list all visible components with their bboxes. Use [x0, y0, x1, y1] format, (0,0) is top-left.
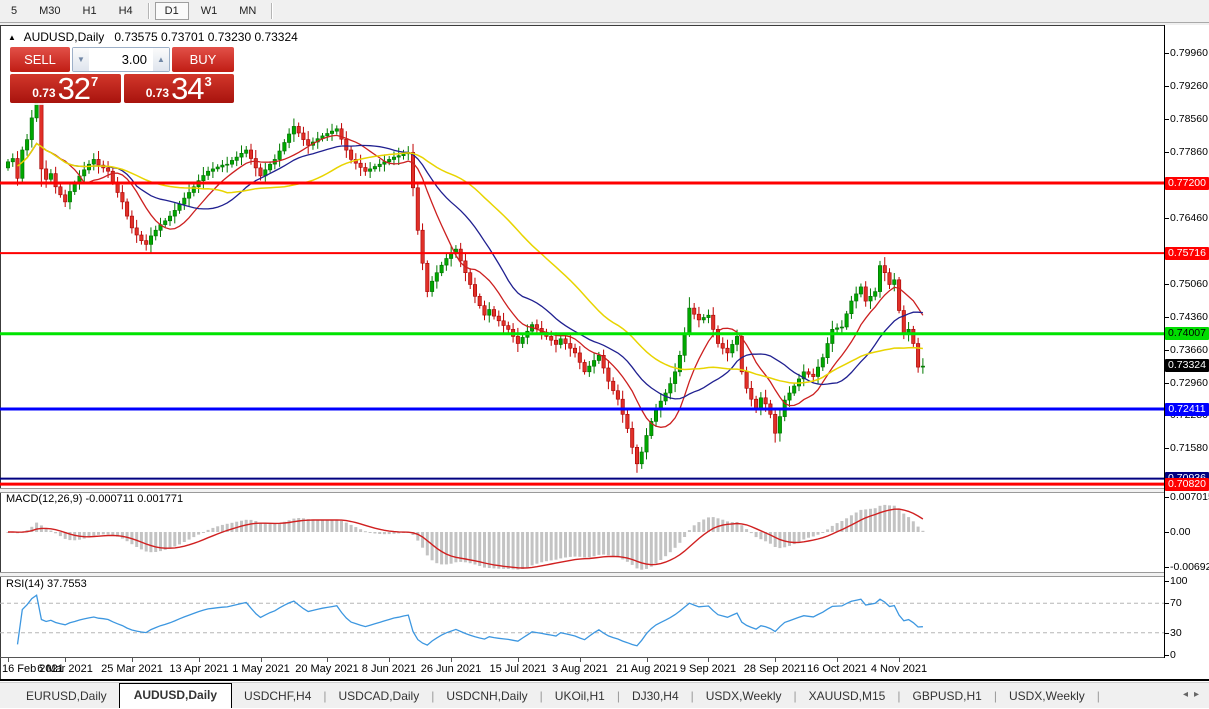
date-tick-174 — [837, 658, 838, 662]
macd-tick--0.006923: -0.006923 — [1170, 561, 1209, 573]
price-tick-0.79960-tickmark — [1165, 53, 1169, 54]
date-tick-93 — [451, 658, 452, 662]
rsi-tick-100: 100 — [1170, 575, 1188, 587]
rsi-tick-70-tickmark — [1165, 603, 1169, 604]
date-label: 3 Aug 2021 — [552, 663, 608, 675]
macd-tick--0.006923-tickmark — [1165, 567, 1169, 568]
date-label: 20 May 2021 — [295, 663, 359, 675]
date-tick-67 — [327, 658, 328, 662]
date-tick-26 — [132, 658, 133, 662]
date-label: 26 Jun 2021 — [420, 663, 482, 675]
price-tick-0.73660-tickmark — [1165, 350, 1169, 351]
date-label: 25 Mar 2021 — [101, 663, 163, 675]
date-tick-120 — [580, 658, 581, 662]
date-tick-53 — [261, 658, 262, 662]
date-tick-80 — [389, 658, 390, 662]
price-badge-0.70820: 0.70820 — [1165, 478, 1209, 491]
rsi-label: RSI(14) 37.7553 — [6, 578, 87, 590]
price-badge-0.74007: 0.74007 — [1165, 327, 1209, 340]
rsi-tick-30-tickmark — [1165, 633, 1169, 634]
price-tick-0.77860-tickmark — [1165, 152, 1169, 153]
chart-plot — [0, 88, 1164, 647]
price-axis[interactable]: 0.79960 0.79260 0.78560 0.77860 0.76460 0.750… — [1165, 25, 1209, 661]
date-label: 1 May 2021 — [232, 663, 290, 675]
sell-button[interactable]: SELL — [10, 47, 70, 72]
sell-price-sup: 7 — [91, 74, 99, 89]
date-tick-107 — [518, 658, 519, 662]
volume-stepper: ▼ 3.00 ▲ — [72, 47, 170, 72]
price-badge-0.77200: 0.77200 — [1165, 177, 1209, 190]
rsi-tick-70: 70 — [1170, 597, 1182, 609]
date-label: 21 Aug 2021 — [616, 663, 678, 675]
slow-ma — [17, 142, 923, 384]
price-tick-0.79960: 0.79960 — [1170, 47, 1208, 59]
volume-decrease-button[interactable]: ▼ — [73, 48, 89, 71]
price-tick-0.72960-tickmark — [1165, 383, 1169, 384]
macd-label: MACD(12,26,9) -0.000711 0.001771 — [6, 493, 184, 505]
buy-price-sup: 3 — [204, 74, 212, 89]
rsi-tick-0-tickmark — [1165, 655, 1169, 656]
price-tick-0.79260-tickmark — [1165, 86, 1169, 87]
date-tick-40 — [199, 658, 200, 662]
price-tick-0.76460: 0.76460 — [1170, 212, 1208, 224]
price-tick-0.74360: 0.74360 — [1170, 311, 1208, 323]
date-tick-0 — [8, 658, 9, 662]
volume-field[interactable]: 3.00 — [89, 48, 153, 71]
price-tick-0.78560-tickmark — [1165, 119, 1169, 120]
date-tick-12 — [65, 658, 66, 662]
one-click-trade-widget: SELL ▼ 3.00 ▲ BUY 0.73 32 7 0.73 34 3 — [8, 45, 236, 105]
date-label: 4 Nov 2021 — [870, 663, 928, 675]
rsi-tick-0: 0 — [1170, 649, 1176, 661]
sell-price-big: 32 — [57, 71, 91, 106]
symbol-header: ▲ AUDUSD,Daily 0.73575 0.73701 0.73230 0… — [8, 30, 298, 44]
rsi-tick-100-tickmark — [1165, 581, 1169, 582]
collapse-triangle-icon[interactable]: ▲ — [8, 33, 16, 42]
date-axis[interactable]: 16 Feb 2021 6 Mar 2021 25 Mar 2021 13 Apr 2… — [0, 658, 1164, 678]
buy-price-big: 34 — [171, 71, 204, 106]
price-tick-0.75060: 0.75060 — [1170, 278, 1208, 290]
price-badge-0.75716: 0.75716 — [1165, 247, 1209, 260]
price-tick-0.77860: 0.77860 — [1170, 146, 1208, 158]
buy-button[interactable]: BUY — [172, 47, 234, 72]
sell-price-display[interactable]: 0.73 32 7 — [10, 71, 121, 106]
price-badge-0.73324: 0.73324 — [1165, 359, 1209, 372]
date-tick-161 — [775, 658, 776, 662]
date-tick-187 — [899, 658, 900, 662]
price-tick-0.76460-tickmark — [1165, 218, 1169, 219]
price-tick-0.71580: 0.71580 — [1170, 442, 1208, 454]
date-label: 28 Sep 2021 — [743, 663, 807, 675]
price-badge-0.72411: 0.72411 — [1165, 403, 1209, 416]
price-tick-0.79260: 0.79260 — [1170, 80, 1208, 92]
symbol-name: AUDUSD,Daily — [23, 30, 105, 44]
macd-tick-0.007015-tickmark — [1165, 497, 1169, 498]
date-label: 16 Oct 2021 — [807, 663, 867, 675]
rsi-tick-30: 30 — [1170, 627, 1182, 639]
date-label: 8 Jun 2021 — [361, 663, 417, 675]
date-tick-147 — [708, 658, 709, 662]
date-label: 9 Sep 2021 — [679, 663, 737, 675]
sell-price-prefix: 0.73 — [32, 86, 56, 100]
price-tick-0.72960: 0.72960 — [1170, 377, 1208, 389]
price-tick-0.71580-tickmark — [1165, 448, 1169, 449]
date-label: 15 Jul 2021 — [489, 663, 547, 675]
macd-tick-0.007015: 0.007015 — [1170, 491, 1209, 503]
volume-increase-button[interactable]: ▲ — [153, 48, 169, 71]
macd-tick-0.00: 0.00 — [1170, 526, 1191, 538]
date-label: 6 Mar 2021 — [37, 663, 93, 675]
price-tick-0.78560: 0.78560 — [1170, 113, 1208, 125]
buy-price-display[interactable]: 0.73 34 3 — [123, 71, 234, 106]
trading-terminal: 5 M30 H1 H4 D1 W1 MN ▲ AUDUSD,Daily 0.73575 0.… — [0, 0, 1209, 709]
price-tick-0.75060-tickmark — [1165, 284, 1169, 285]
date-label: 13 Apr 2021 — [169, 663, 229, 675]
date-tick-134 — [647, 658, 648, 662]
macd-tick-0.00-tickmark — [1165, 532, 1169, 533]
price-tick-0.73660: 0.73660 — [1170, 344, 1208, 356]
price-tick-0.74360-tickmark — [1165, 317, 1169, 318]
buy-price-prefix: 0.73 — [145, 86, 170, 100]
ohlc-values: 0.73575 0.73701 0.73230 0.73324 — [114, 30, 298, 44]
